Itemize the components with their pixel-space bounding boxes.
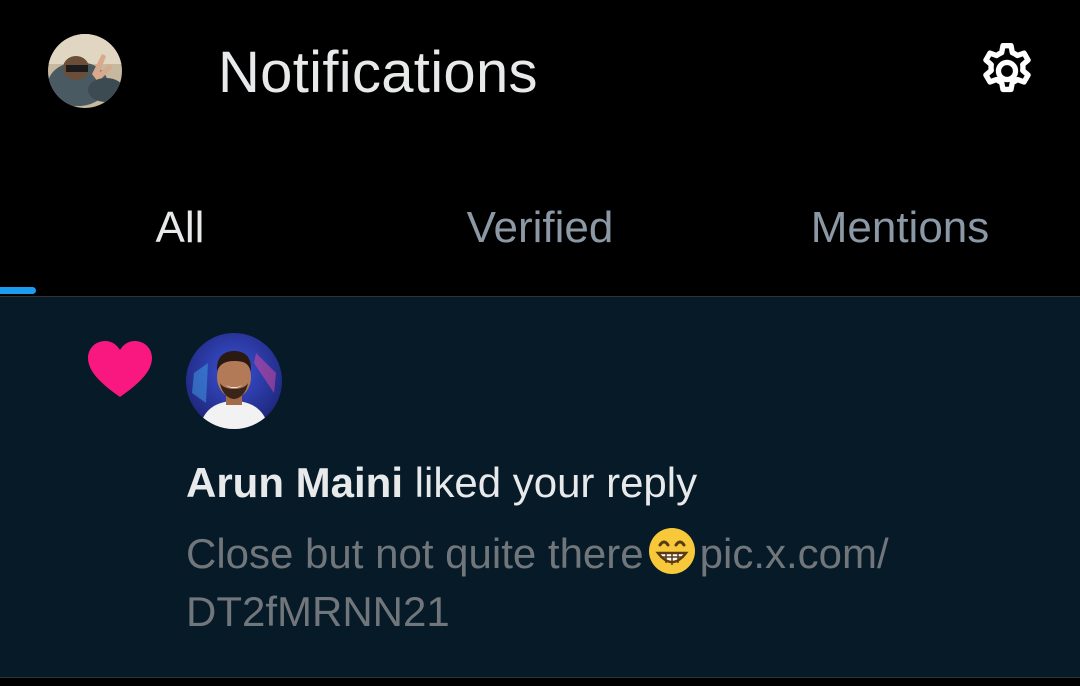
tab-mentions-label: Mentions: [810, 203, 990, 252]
heart-icon: [88, 341, 152, 397]
profile-avatar[interactable]: [48, 34, 122, 108]
user-avatar[interactable]: [186, 333, 282, 429]
tab-all[interactable]: All: [0, 180, 360, 296]
active-tab-indicator: [0, 287, 36, 294]
notification-item[interactable]: Arun Maini liked your reply Close but no…: [0, 297, 1080, 677]
user-avatar-image: [186, 333, 282, 429]
tab-mentions[interactable]: Mentions: [720, 180, 1080, 296]
notifications-screen: Notifications All Verified Mentions Arun…: [0, 0, 1080, 686]
preview-text: Close but not quite there: [186, 530, 644, 577]
user-name[interactable]: Arun Maini: [186, 459, 403, 506]
grinning-face-emoji: [648, 528, 695, 574]
notification-action: liked your reply: [414, 459, 698, 506]
tab-verified-label: Verified: [466, 203, 614, 252]
profile-avatar-image: [48, 34, 122, 108]
header: Notifications: [0, 0, 1080, 150]
preview-link-line1[interactable]: pic.x.com/: [700, 530, 889, 577]
reply-preview[interactable]: Close but not quite there pic.x.com/ DT2…: [186, 525, 1026, 641]
tab-verified[interactable]: Verified: [360, 180, 720, 296]
list-divider: [0, 677, 1080, 686]
notification-text: Arun Maini liked your reply: [186, 455, 697, 511]
tab-all-label: All: [155, 203, 205, 252]
settings-button[interactable]: [970, 38, 1044, 104]
preview-link-line2[interactable]: DT2fMRNN21: [186, 588, 450, 635]
gear-icon: [983, 43, 1031, 93]
tab-bar: All Verified Mentions: [0, 180, 1080, 296]
page-title: Notifications: [218, 40, 538, 105]
